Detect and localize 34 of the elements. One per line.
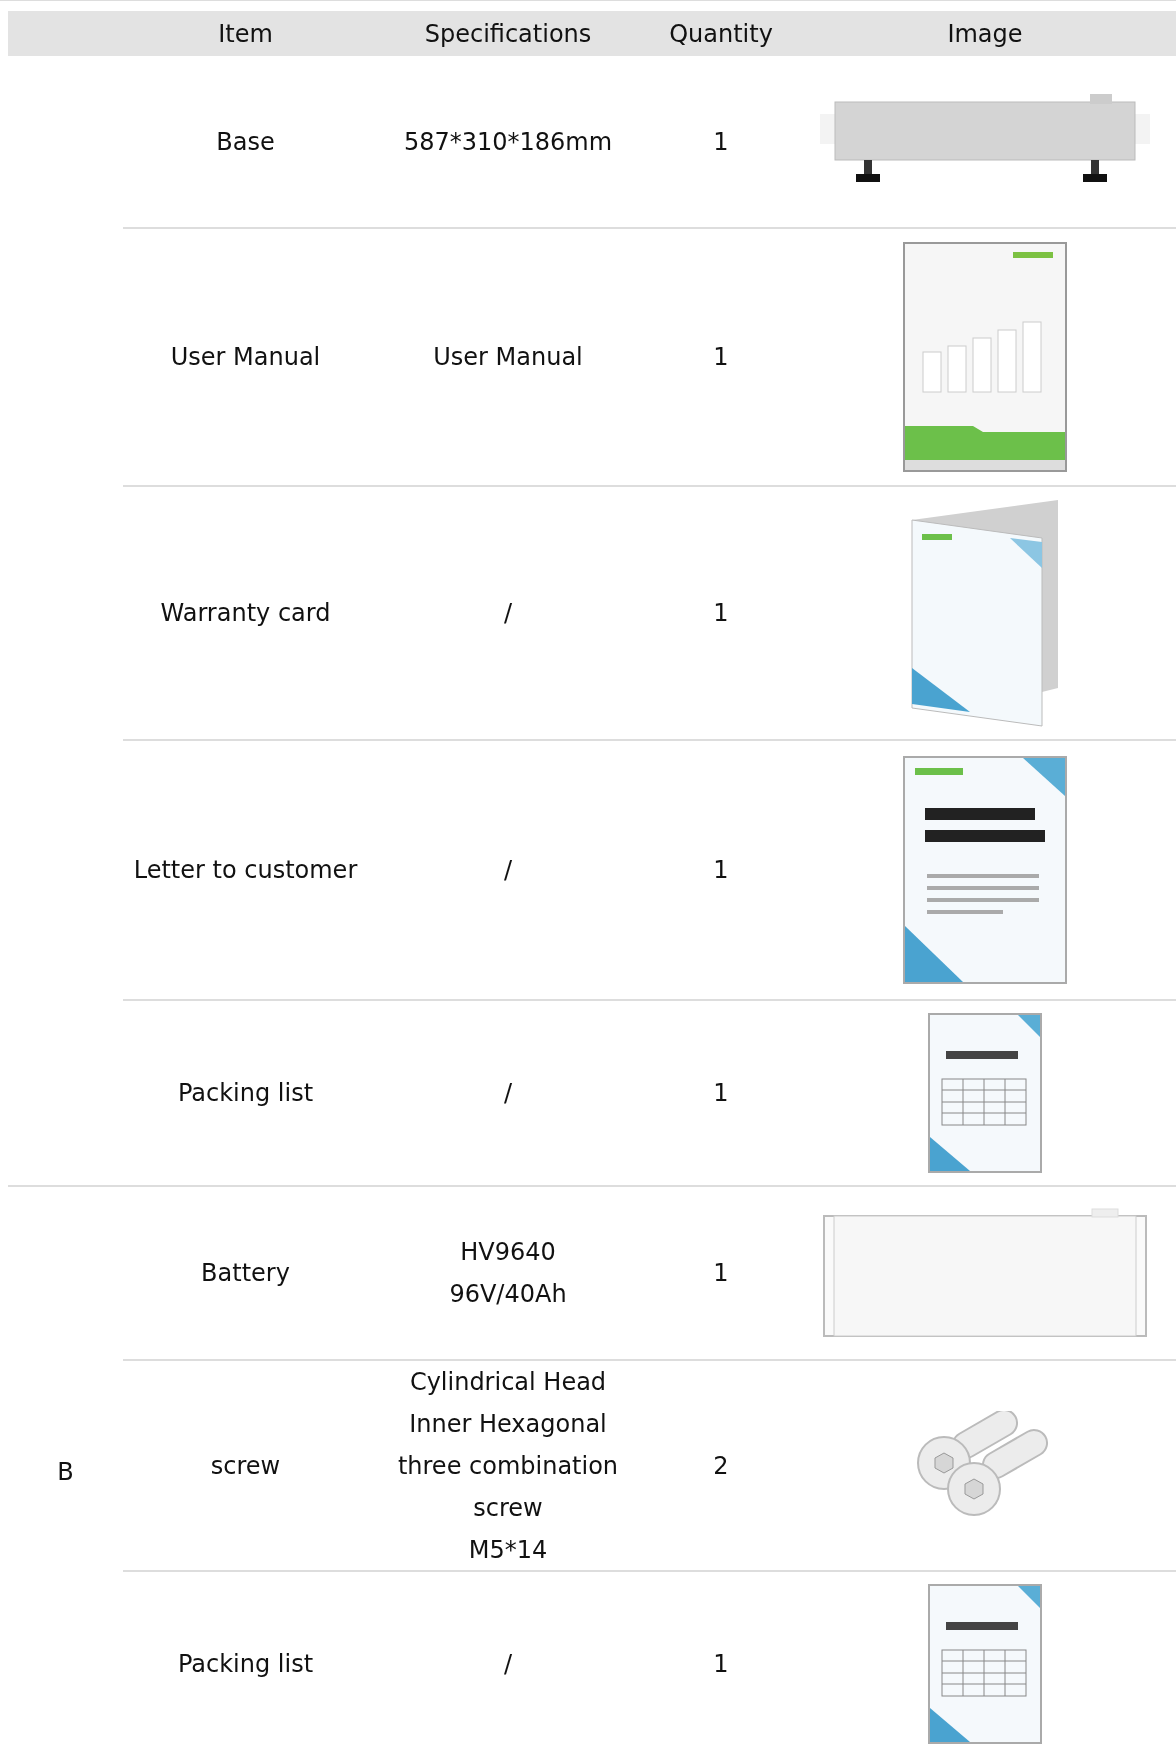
item-name: Packing list — [177, 1650, 314, 1678]
quantity-text: 1 — [713, 1650, 729, 1678]
quantity-text: 1 — [713, 856, 729, 884]
quantity-text: 1 — [713, 1259, 729, 1287]
item-name: Letter to customer — [133, 856, 358, 884]
specification-text: / — [503, 598, 513, 629]
column-header: Item — [218, 19, 273, 48]
quantity-text: 1 — [713, 1079, 729, 1107]
quantity-text: 1 — [713, 599, 729, 627]
specification-text: / — [503, 855, 513, 886]
specification-text: Inner Hexagonal — [409, 1408, 607, 1440]
quantity-text: 1 — [713, 343, 729, 371]
item-name: Battery — [201, 1259, 290, 1287]
item-name: User Manual — [170, 343, 321, 371]
specification-text: Cylindrical Head — [409, 1366, 607, 1398]
quantity-text: 2 — [713, 1451, 729, 1480]
specification-text: User Manual — [433, 342, 583, 373]
column-header: Specifications — [424, 19, 592, 48]
specification-text: 96V/40Ah — [449, 1279, 567, 1310]
specification-text: / — [503, 1078, 513, 1109]
specification-text: 587*310*186mm — [403, 126, 613, 158]
item-name: Packing list — [177, 1079, 314, 1107]
specification-text: screw — [473, 1492, 543, 1524]
specification-text: three combination — [397, 1450, 619, 1482]
column-header: Quantity — [669, 19, 773, 48]
item-name: Base — [216, 127, 275, 156]
quantity-text: 1 — [713, 127, 729, 156]
column-header: Image — [947, 19, 1023, 48]
specification-text: M5*14 — [468, 1534, 548, 1566]
group-label: B — [57, 1457, 74, 1486]
item-name: Warranty card — [160, 599, 331, 627]
specification-text: / — [503, 1649, 513, 1680]
item-name: screw — [210, 1451, 281, 1480]
specification-text: HV9640 — [460, 1237, 556, 1268]
